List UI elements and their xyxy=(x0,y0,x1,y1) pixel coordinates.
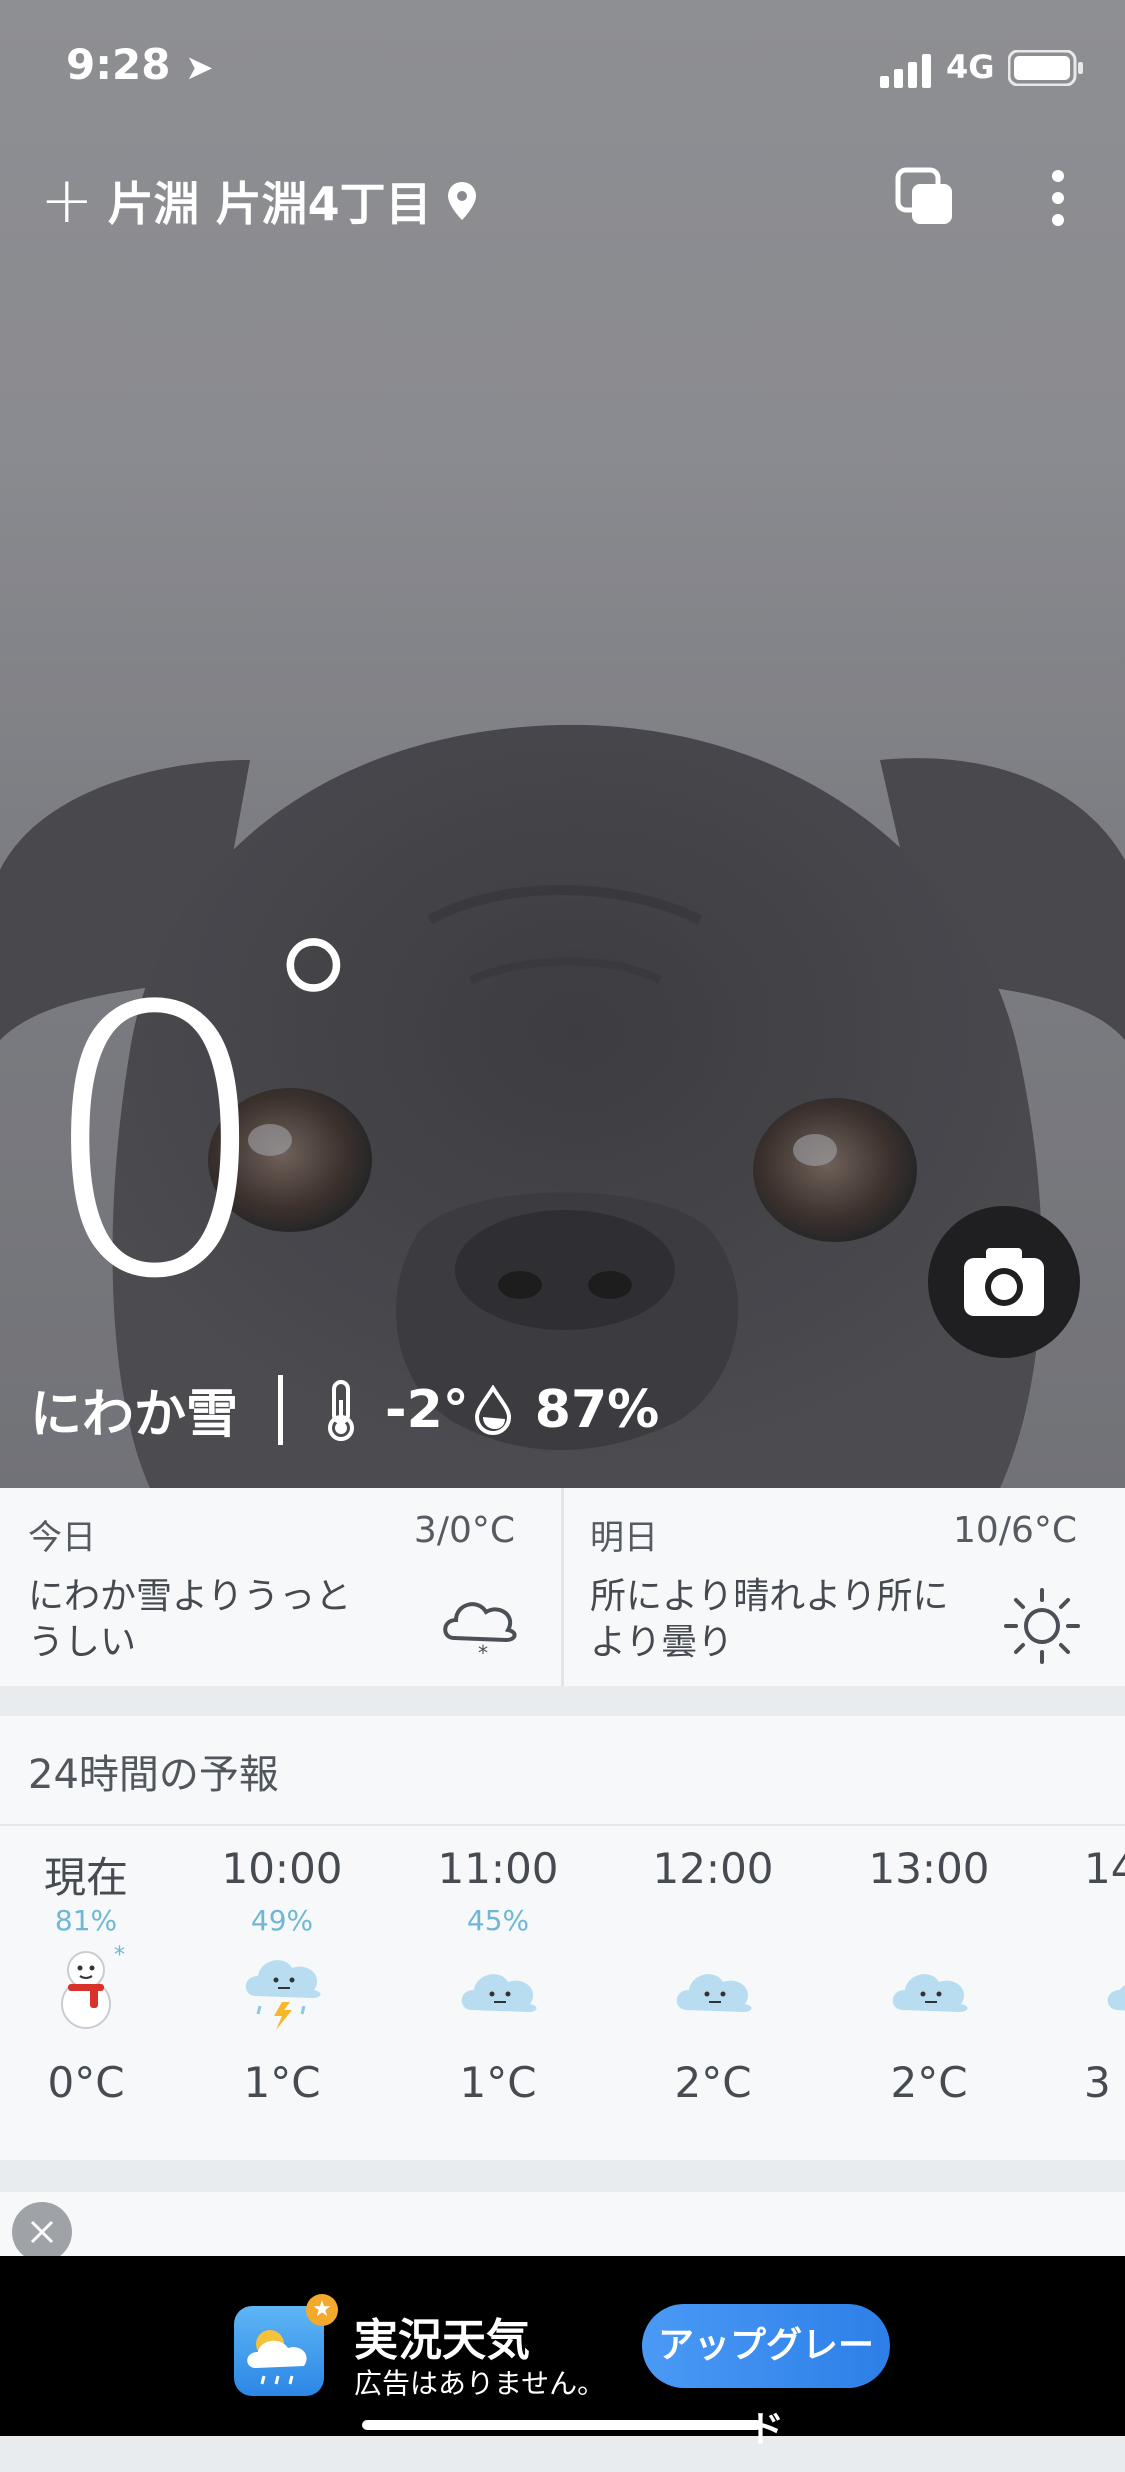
hour-item: 10:00 49% 1°C xyxy=(174,1826,390,2160)
hour-precip: 49% xyxy=(250,1904,314,1937)
svg-text:*: * xyxy=(478,1641,488,1660)
switch-location-icon[interactable] xyxy=(894,166,958,234)
signal-icon xyxy=(880,54,936,92)
close-ad-button[interactable] xyxy=(12,2202,72,2262)
hour-time: 14 xyxy=(1084,1844,1125,1893)
today-label: 今日 xyxy=(28,1518,96,1558)
tomorrow-temps: 10/6°C xyxy=(953,1510,1077,1551)
today-temps: 3/0°C xyxy=(413,1510,515,1551)
hour-item: 11:00 45% 1°C xyxy=(390,1826,606,2160)
location-bar[interactable]: + 片淵 片淵4丁目 xyxy=(40,168,478,234)
snowman-icon: * xyxy=(61,1943,125,2029)
hour-temp: 1°C xyxy=(243,2058,321,2107)
hour-precip: 45% xyxy=(466,1904,530,1937)
hour-time: 13:00 xyxy=(868,1844,990,1893)
status-time-text: 9:28 xyxy=(66,40,171,89)
sun-icon xyxy=(1004,1588,1080,1664)
camera-icon xyxy=(964,1248,1044,1316)
ad-app-name: 実況天気 xyxy=(354,2315,530,2366)
hour-temp: 0°C xyxy=(47,2058,125,2107)
cloud-icon xyxy=(892,1974,968,2012)
today-card[interactable]: 今日 3/0°C にわか雪よりうっと うしい * xyxy=(0,1488,561,1686)
ad-subtitle: 広告はありません。 xyxy=(354,2367,606,2400)
map-pin-icon xyxy=(447,182,476,220)
hourly-scroll[interactable]: 現在 81% * 0°C 10:00 49% 1°C 11:00 45% 1°C… xyxy=(0,1826,1125,2160)
tomorrow-label: 明日 xyxy=(590,1518,658,1558)
thunder-rain-cloud-icon xyxy=(245,1960,321,2030)
camera-button[interactable] xyxy=(928,1206,1080,1358)
humidity-drop-icon xyxy=(474,1384,511,1435)
hour-item: 13:00 2°C xyxy=(821,1826,1037,2160)
cloud-icon xyxy=(1107,1985,1125,2011)
hour-time: 11:00 xyxy=(437,1844,559,1893)
hour-precip: 81% xyxy=(54,1904,118,1937)
today-summary: にわか雪よりうっと うしい xyxy=(28,1576,352,1663)
hour-time: 12:00 xyxy=(652,1844,774,1893)
condition-text: にわか雪 xyxy=(30,1385,239,1445)
hour-temp: 1°C xyxy=(459,2058,537,2107)
current-conditions: にわか雪 -2° 87% xyxy=(30,1372,659,1447)
degree-symbol: ° xyxy=(263,897,363,1130)
network-type: 4G xyxy=(946,48,995,86)
hour-temp: 2°C xyxy=(890,2058,968,2107)
hour-item: 12:00 2°C xyxy=(605,1826,821,2160)
snow-cloud-icon: * xyxy=(443,1602,517,1660)
svg-text:*: * xyxy=(114,1943,125,1968)
star-badge-icon: ★ xyxy=(306,2294,338,2326)
upgrade-button[interactable]: アップグレード xyxy=(642,2304,890,2450)
cloud-icon xyxy=(461,1974,537,2012)
location-name[interactable]: 片淵 片淵4丁目 xyxy=(108,168,432,234)
add-location-icon[interactable]: + xyxy=(40,169,94,233)
cloud-icon xyxy=(676,1974,752,2012)
thermometer-icon xyxy=(328,1379,355,1441)
close-icon xyxy=(30,2220,54,2244)
hourly-forecast-card: 24時間の予報 現在 81% * 0°C 10:00 49% 1°C 11:00… xyxy=(0,1716,1125,2160)
hourly-title: 24時間の予報 xyxy=(28,1752,279,1798)
hour-item: 14 3 xyxy=(1084,1826,1125,2160)
tomorrow-summary: 所により晴れより所に より曇り xyxy=(590,1576,949,1663)
home-indicator[interactable] xyxy=(362,2420,762,2430)
battery-icon xyxy=(1007,49,1084,90)
feels-like-value: -2° xyxy=(385,1379,469,1440)
status-time: 9:28 ➤ xyxy=(66,40,214,89)
hour-item: 現在 81% * 0°C xyxy=(0,1826,194,2160)
current-temperature: 0° xyxy=(38,914,363,1331)
location-arrow-icon: ➤ xyxy=(185,48,214,88)
hour-time: 10:00 xyxy=(221,1844,343,1893)
more-menu-icon[interactable] xyxy=(1046,166,1070,234)
temperature-value: 0 xyxy=(38,930,273,1360)
ad-banner[interactable]: ★ 実況天気 広告はありません。 アップグレード xyxy=(0,2256,1125,2450)
hour-time: 現在 xyxy=(43,1853,128,1902)
humidity-value: 87% xyxy=(534,1379,660,1440)
next-card xyxy=(0,2192,1125,2256)
tomorrow-card[interactable]: 明日 10/6°C 所により晴れより所に より曇り xyxy=(564,1488,1125,1686)
hour-temp: 2°C xyxy=(674,2058,752,2107)
divider xyxy=(278,1374,284,1445)
hour-temp: 3 xyxy=(1084,2058,1111,2107)
